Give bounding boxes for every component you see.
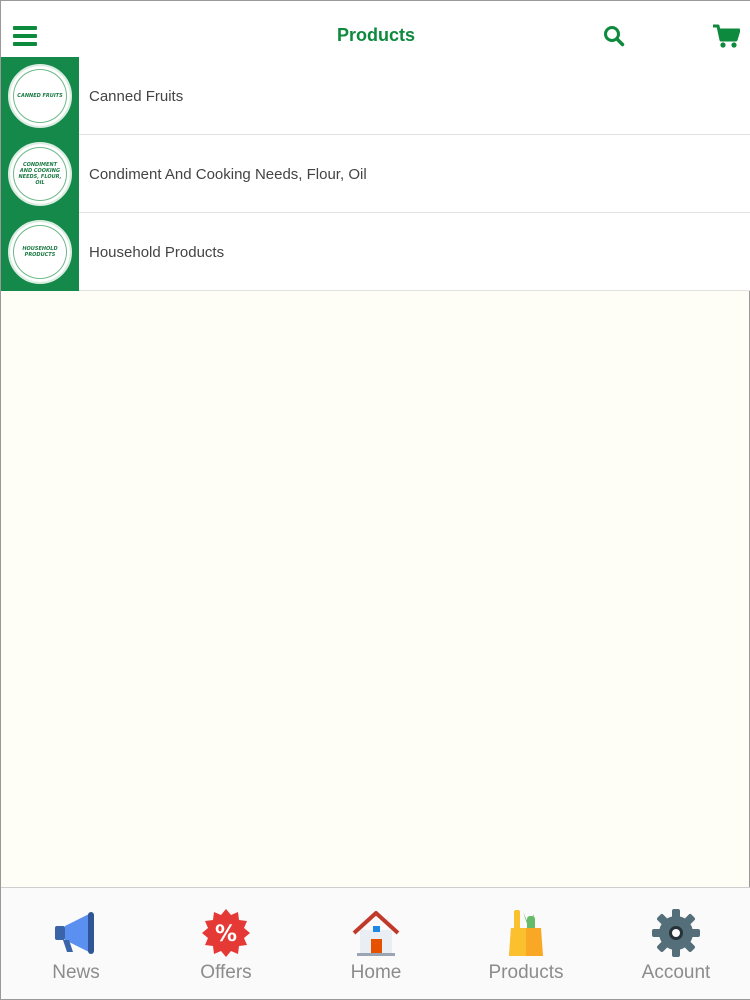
bottom-tab-bar: News % Offers Home Products Account — [1, 887, 750, 999]
thumbnail-text: Household Products — [22, 246, 58, 258]
page-title: Products — [336, 25, 415, 45]
grocery-bag-icon — [509, 910, 543, 956]
search-icon[interactable] — [603, 25, 625, 47]
tab-offers[interactable]: % Offers — [151, 888, 301, 998]
tab-account[interactable]: Account — [601, 888, 750, 998]
category-list: Canned Fruits Canned Fruits Condiment An… — [1, 57, 750, 291]
tab-label: Offers — [200, 962, 252, 983]
discount-badge-icon: % — [202, 909, 250, 957]
list-item-household-products[interactable]: Household Products Household Products — [1, 213, 750, 291]
list-item-condiment-cooking-needs[interactable]: Condiment And Cooking Needs, Flour, Oil … — [1, 135, 750, 213]
cart-icon[interactable] — [712, 23, 740, 49]
category-thumbnail: Household Products — [1, 213, 79, 291]
megaphone-icon — [55, 912, 94, 954]
house-icon — [352, 911, 400, 956]
top-app-bar: Products — [1, 1, 750, 57]
thumbnail-text: Condiment And Cooking Needs, Flour, Oil — [18, 162, 62, 186]
tab-label: Home — [350, 962, 402, 983]
tab-home[interactable]: Home — [301, 888, 451, 998]
list-item-label: Household Products — [89, 244, 225, 261]
tab-label: Products — [488, 962, 564, 983]
thumbnail-text: Canned Fruits — [17, 93, 63, 99]
category-thumbnail: Condiment And Cooking Needs, Flour, Oil — [1, 135, 79, 213]
tab-news[interactable]: News — [1, 888, 151, 998]
svg-text:%: % — [215, 922, 237, 947]
tab-label: News — [52, 962, 100, 983]
tab-products[interactable]: Products — [451, 888, 601, 998]
list-item-canned-fruits[interactable]: Canned Fruits Canned Fruits — [1, 57, 750, 135]
gear-icon — [652, 909, 700, 957]
category-thumbnail: Canned Fruits — [1, 57, 79, 135]
tab-label: Account — [641, 962, 711, 983]
list-item-label: Condiment And Cooking Needs, Flour, Oil — [89, 166, 367, 183]
list-item-label: Canned Fruits — [89, 88, 184, 105]
